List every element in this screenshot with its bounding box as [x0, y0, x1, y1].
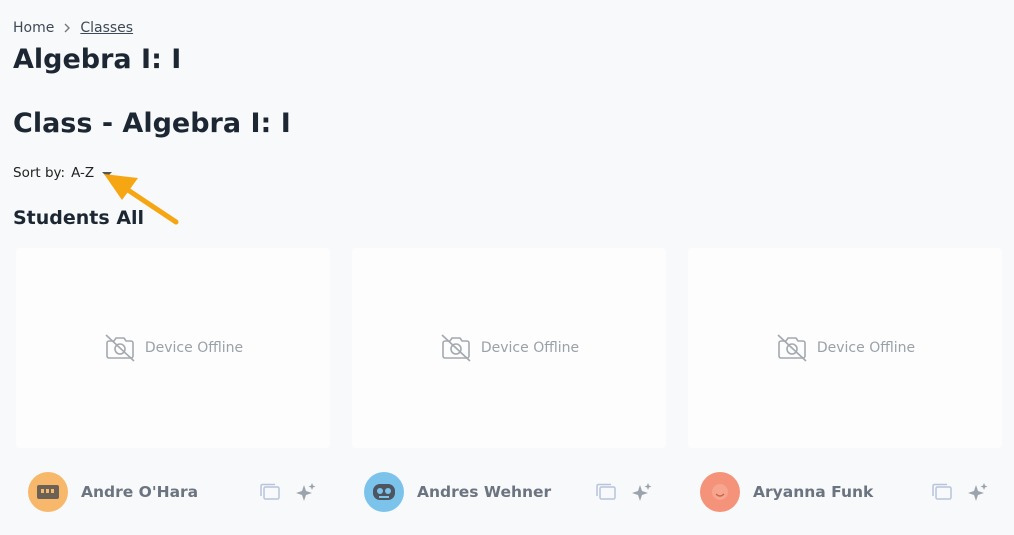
sort-value: A-Z [71, 165, 95, 181]
camera-off-icon [441, 334, 471, 362]
sort-label: Sort by: [13, 165, 66, 181]
sparkle-icon[interactable] [294, 480, 318, 504]
robot-face-icon [364, 472, 404, 512]
screens-icon[interactable] [258, 480, 282, 504]
device-offline-label: Device Offline [480, 340, 580, 356]
device-offline-label: Device Offline [816, 340, 916, 356]
student-screen-card[interactable]: Device Offline [352, 248, 666, 448]
robot-face-icon [28, 472, 68, 512]
page-title: Algebra I: I [13, 44, 182, 75]
device-offline-status: Device Offline [103, 333, 243, 363]
device-offline-status: Device Offline [439, 333, 579, 363]
screens-icon[interactable] [594, 480, 618, 504]
camera-off-icon [777, 334, 807, 362]
sparkle-icon[interactable] [630, 480, 654, 504]
camera-off-icon [105, 334, 135, 362]
student-row: Andre O'Hara [16, 472, 330, 512]
chevron-right-icon [63, 23, 71, 33]
student-screen-card[interactable]: Device Offline [16, 248, 330, 448]
student-row: Andres Wehner [352, 472, 666, 512]
sort-bar: Sort by: A-Z [13, 165, 113, 181]
breadcrumb: Home Classes [13, 20, 133, 36]
student-screen-card[interactable]: Device Offline [688, 248, 1002, 448]
device-offline-label: Device Offline [144, 340, 244, 356]
device-offline-status: Device Offline [775, 333, 915, 363]
class-title: Class - Algebra I: I [13, 108, 291, 139]
sparkle-icon[interactable] [966, 480, 990, 504]
smile-face-icon [700, 472, 740, 512]
breadcrumb-home[interactable]: Home [13, 20, 54, 36]
students-heading: Students All [13, 207, 145, 229]
student-row: Aryanna Funk [688, 472, 1002, 512]
student-name[interactable]: Andre O'Hara [81, 483, 258, 501]
breadcrumb-classes[interactable]: Classes [80, 20, 133, 36]
student-name[interactable]: Andres Wehner [417, 483, 594, 501]
screens-icon[interactable] [930, 480, 954, 504]
student-name[interactable]: Aryanna Funk [753, 483, 930, 501]
